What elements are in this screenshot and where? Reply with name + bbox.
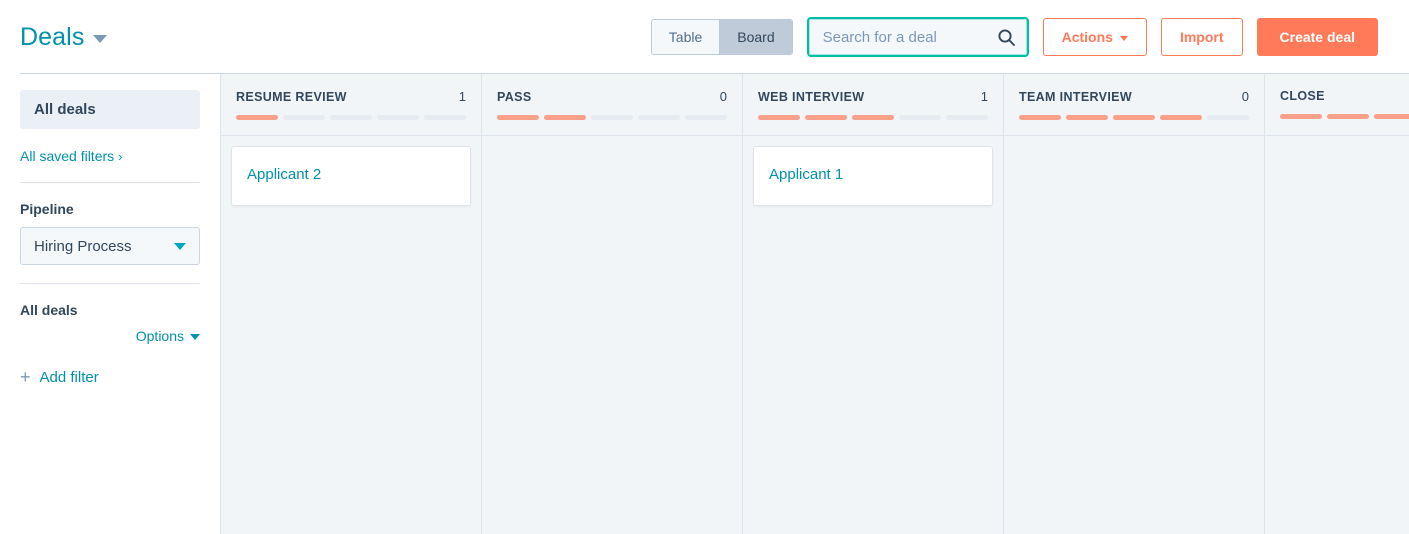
page-title-dropdown[interactable]: Deals [20, 22, 108, 52]
deal-card[interactable]: Applicant 2 [231, 146, 471, 206]
progress-segment [1160, 115, 1202, 120]
divider [20, 182, 200, 183]
progress-segment [852, 115, 894, 120]
progress-segment [591, 115, 633, 120]
column-body [1004, 136, 1264, 534]
column-body: Applicant 2 [221, 136, 481, 534]
column-header: RESUME REVIEW 1 [221, 74, 481, 136]
view-toggle: Table Board [650, 19, 793, 55]
deal-card[interactable]: Applicant 1 [753, 146, 993, 206]
column-count: 0 [1241, 89, 1249, 104]
column-header-top: CLOSE [1280, 89, 1409, 103]
column-header-top: WEB INTERVIEW 1 [758, 89, 988, 104]
tab-table[interactable]: Table [651, 20, 720, 54]
progress-segment [758, 115, 800, 120]
actions-button[interactable]: Actions [1042, 18, 1147, 56]
toolbar-actions: Table Board Actions Import Create deal [650, 17, 1378, 57]
search-field[interactable] [806, 17, 1029, 57]
column-header: WEB INTERVIEW 1 [743, 74, 1003, 136]
import-button[interactable]: Import [1160, 18, 1243, 56]
progress-segment [377, 115, 419, 120]
progress-segment [283, 115, 325, 120]
divider [20, 283, 200, 284]
progress-segment [497, 115, 539, 120]
column-name: WEB INTERVIEW [758, 90, 865, 104]
board-column: PASS 0 [482, 74, 743, 534]
column-name: CLOSE [1280, 89, 1325, 103]
column-header: TEAM INTERVIEW 0 [1004, 74, 1264, 136]
progress-segment [330, 115, 372, 120]
options-label: Options [135, 328, 184, 344]
search-inner [808, 19, 1027, 55]
board-column: CLOSE [1265, 74, 1409, 534]
progress-segment [1019, 115, 1061, 120]
stage-progress-bar [1019, 115, 1249, 120]
stage-progress-bar [1280, 114, 1409, 119]
column-name: RESUME REVIEW [236, 90, 347, 104]
column-body [482, 136, 742, 534]
deal-board: RESUME REVIEW 1 Applicant 2 PASS 0 WEB INTERV… [220, 74, 1409, 534]
create-deal-button[interactable]: Create deal [1256, 18, 1378, 56]
chevron-down-icon [174, 242, 186, 250]
column-header-top: RESUME REVIEW 1 [236, 89, 466, 104]
progress-segment [899, 115, 941, 120]
progress-segment [1207, 115, 1249, 120]
board-viewport: RESUME REVIEW 1 Applicant 2 PASS 0 WEB INTERV… [220, 74, 1409, 534]
pipeline-select[interactable]: Hiring Process [20, 227, 200, 265]
deal-card-title[interactable]: Applicant 1 [769, 166, 977, 183]
pipeline-select-value: Hiring Process [34, 237, 132, 255]
board-column: RESUME REVIEW 1 Applicant 2 [221, 74, 482, 534]
sidebar-item-all-deals[interactable]: All deals [20, 90, 200, 129]
progress-segment [1113, 115, 1155, 120]
column-count: 1 [980, 89, 988, 104]
column-header-top: PASS 0 [497, 89, 727, 104]
tab-board[interactable]: Board [719, 20, 792, 54]
column-name: TEAM INTERVIEW [1019, 90, 1133, 104]
plus-icon: + [20, 367, 31, 387]
column-count: 1 [458, 89, 466, 104]
progress-segment [1374, 114, 1409, 119]
all-saved-filters-link[interactable]: All saved filters › [20, 148, 200, 164]
progress-segment [805, 115, 847, 120]
column-body: Applicant 1 [743, 136, 1003, 534]
progress-segment [424, 115, 466, 120]
all-saved-filters-label: All saved filters [20, 148, 115, 164]
stage-progress-bar [236, 115, 466, 120]
deal-card-title[interactable]: Applicant 2 [247, 166, 455, 183]
chevron-down-icon [93, 35, 108, 43]
board-column: TEAM INTERVIEW 0 [1004, 74, 1265, 534]
filters-title: All deals [20, 302, 78, 318]
column-header: CLOSE [1265, 74, 1409, 136]
progress-segment [946, 115, 988, 120]
top-toolbar: Deals Table Board Actions Imp [0, 0, 1409, 74]
pipeline-label: Pipeline [20, 201, 74, 217]
progress-segment [685, 115, 727, 120]
page-title: Deals [20, 22, 85, 51]
progress-segment [1280, 114, 1322, 119]
stage-progress-bar [497, 115, 727, 120]
add-filter-label: Add filter [39, 368, 99, 386]
column-body [1265, 136, 1409, 534]
progress-segment [638, 115, 680, 120]
column-count: 0 [719, 89, 727, 104]
page-body: All deals All saved filters › Pipeline H… [0, 74, 1409, 534]
options-dropdown[interactable]: Options [20, 328, 200, 344]
actions-button-label: Actions [1061, 29, 1113, 45]
sidebar: All deals All saved filters › Pipeline H… [0, 74, 220, 534]
search-icon[interactable] [997, 28, 1016, 47]
stage-progress-bar [758, 115, 988, 120]
chevron-down-icon [1119, 35, 1128, 41]
chevron-down-icon [190, 334, 200, 340]
progress-segment [544, 115, 586, 120]
column-header: PASS 0 [482, 74, 742, 136]
progress-segment [1327, 114, 1369, 119]
chevron-right-icon: › [118, 148, 123, 164]
search-input[interactable] [822, 28, 997, 46]
progress-segment [236, 115, 278, 120]
progress-segment [1066, 115, 1108, 120]
column-name: PASS [497, 90, 532, 104]
add-filter-button[interactable]: + Add filter [20, 368, 200, 386]
column-header-top: TEAM INTERVIEW 0 [1019, 89, 1249, 104]
board-column: WEB INTERVIEW 1 Applicant 1 [743, 74, 1004, 534]
